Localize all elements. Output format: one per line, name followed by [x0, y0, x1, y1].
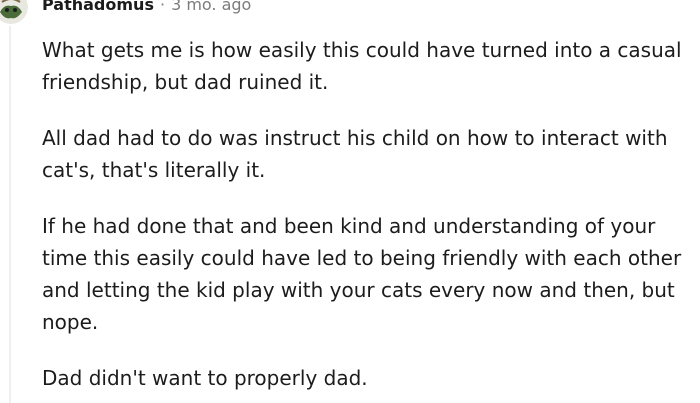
avatar[interactable] — [0, 0, 28, 24]
comment-timestamp[interactable]: 3 mo. ago — [171, 0, 251, 16]
comment-body: What gets me is how easily this could ha… — [42, 34, 694, 403]
comment-paragraph: If he had done that and been kind and un… — [42, 214, 682, 334]
comment-paragraph: Dad didn't want to properly dad. — [42, 366, 368, 390]
author-username[interactable]: Pathadomus — [42, 0, 154, 16]
meta-separator: · — [159, 0, 166, 14]
comment-header: Pathadomus · 3 mo. ago — [42, 0, 251, 16]
avatar-icon — [0, 0, 28, 24]
thread-line[interactable] — [9, 26, 11, 403]
comment-paragraph: What gets me is how easily this could ha… — [42, 38, 682, 94]
comment-paragraph: All dad had to do was instruct his child… — [42, 126, 668, 182]
